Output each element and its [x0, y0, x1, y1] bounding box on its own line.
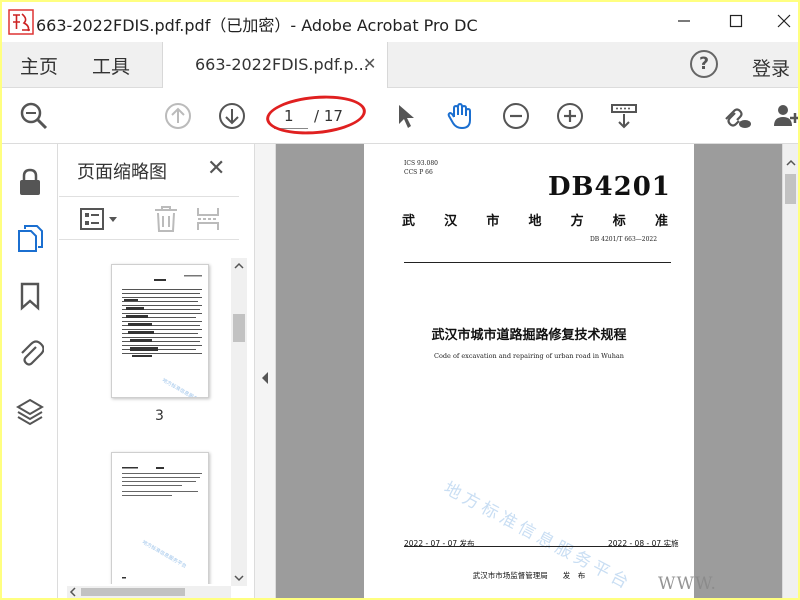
collapse-panel-icon[interactable] [259, 370, 271, 386]
db-logo: DB4201 [548, 172, 671, 202]
close-panel-icon[interactable]: ✕ [207, 156, 225, 181]
next-page-icon[interactable] [216, 100, 248, 132]
thumbnail-scrollbar[interactable] [231, 258, 247, 586]
tab-home[interactable]: 主页 [20, 52, 58, 79]
issuing-authority: 武汉市市场监督管理局 发 布 [472, 571, 586, 580]
document-view[interactable]: ICS 93.080 CCS P 66 DB4201 武 汉 市 地 方 标 准… [276, 144, 782, 598]
thumbnails-panel: 页面缩略图 ✕ 地方标准信息服务平台 3 地方标准信息服务平台 [59, 144, 254, 598]
horizontal-scrollbar-thumb[interactable] [81, 588, 185, 596]
tab-bar: 主页 工具 663-2022FDIS.pdf.p... ✕ ? 登录 [2, 42, 798, 88]
heading-char: 市 [486, 214, 500, 229]
thumbnail-page-label: 3 [155, 408, 164, 424]
zoom-search-icon[interactable] [18, 100, 50, 132]
minimize-button[interactable] [662, 6, 706, 36]
heading-char: 汉 [444, 214, 458, 229]
toolbar: 1 / 17 [2, 88, 798, 144]
panel-splitter[interactable] [254, 144, 276, 598]
svg-text:地方标准信息服务平台: 地方标准信息服务平台 [141, 539, 188, 570]
heading-char: 准 [654, 214, 668, 229]
thumbnail-options-icon[interactable] [79, 207, 119, 235]
thumbnail-list: 地方标准信息服务平台 3 地方标准信息服务平台 [59, 244, 229, 584]
ccs-code: CCS P 66 [404, 169, 433, 176]
tab-tools[interactable]: 工具 [92, 52, 130, 79]
page-thumbnails-icon[interactable] [14, 222, 46, 254]
heading-char: 地 [528, 214, 542, 229]
standard-number: DB 4201/T 663—2022 [590, 236, 658, 243]
heading-char: 武 [402, 214, 416, 229]
acrobat-window: 663-2022FDIS.pdf.pdf（已加密）- Adobe Acrobat… [2, 2, 798, 598]
document-scrollbar[interactable] [782, 144, 798, 598]
scrollbar-thumb[interactable] [233, 314, 245, 342]
document-scrollbar-thumb[interactable] [785, 174, 796, 204]
left-rail [2, 144, 58, 598]
insert-page-icon[interactable] [195, 205, 221, 237]
site-logo [8, 9, 34, 35]
implementation-date: 2022 - 08 - 07 实施 [608, 539, 679, 548]
tab-document[interactable]: 663-2022FDIS.pdf.p... ✕ [162, 42, 388, 88]
hand-tool-icon[interactable] [444, 100, 476, 132]
top-rule [404, 262, 671, 263]
document-title: 武汉市城市道路掘路修复技术规程 [431, 328, 627, 343]
zoom-out-icon[interactable] [500, 100, 532, 132]
page-thumbnail[interactable]: 地方标准信息服务平台 [111, 452, 209, 584]
layers-icon[interactable] [14, 396, 46, 428]
help-icon[interactable]: ? [690, 50, 718, 78]
signin-button[interactable]: 登录 [752, 54, 790, 81]
share-user-icon[interactable] [770, 100, 798, 132]
heading-char: 标 [612, 214, 626, 229]
local-standard-heading: 武 汉 市 地 方 标 准 [402, 210, 668, 229]
lock-icon[interactable] [14, 166, 46, 198]
pdf-page: ICS 93.080 CCS P 66 DB4201 武 汉 市 地 方 标 准… [364, 144, 694, 598]
bottom-rule [404, 546, 671, 547]
corner-watermark: WWW. [658, 574, 717, 594]
ics-code: ICS 93.080 [404, 160, 438, 167]
document-subtitle: Code of excavation and repairing of urba… [433, 352, 624, 360]
horizontal-scrollbar[interactable] [67, 586, 231, 598]
release-date: 2022 - 07 - 07 发布 [404, 539, 475, 548]
red-highlight-ellipse [264, 91, 368, 139]
attachment-icon[interactable] [14, 336, 46, 368]
share-link-icon[interactable] [720, 100, 752, 132]
close-tab-icon[interactable]: ✕ [363, 54, 376, 73]
bookmark-icon[interactable] [14, 280, 46, 312]
close-window-button[interactable] [762, 6, 798, 36]
svg-text:地方标准信息服务平台: 地方标准信息服务平台 [161, 377, 208, 398]
select-cursor-icon[interactable] [390, 100, 422, 132]
scroll-mode-icon[interactable] [608, 100, 640, 132]
page-thumbnail[interactable]: 地方标准信息服务平台 [111, 264, 209, 398]
maximize-button[interactable] [714, 6, 758, 36]
delete-page-icon[interactable] [153, 205, 179, 237]
heading-char: 方 [570, 214, 584, 229]
panel-toolbar [59, 196, 239, 240]
panel-title: 页面缩略图 [77, 162, 167, 183]
window-title: 663-2022FDIS.pdf.pdf（已加密）- Adobe Acrobat… [36, 16, 478, 35]
previous-page-icon[interactable] [162, 100, 194, 132]
zoom-in-icon[interactable] [554, 100, 586, 132]
title-bar: 663-2022FDIS.pdf.pdf（已加密）- Adobe Acrobat… [2, 2, 798, 42]
document-tab-label: 663-2022FDIS.pdf.p... [195, 55, 369, 74]
